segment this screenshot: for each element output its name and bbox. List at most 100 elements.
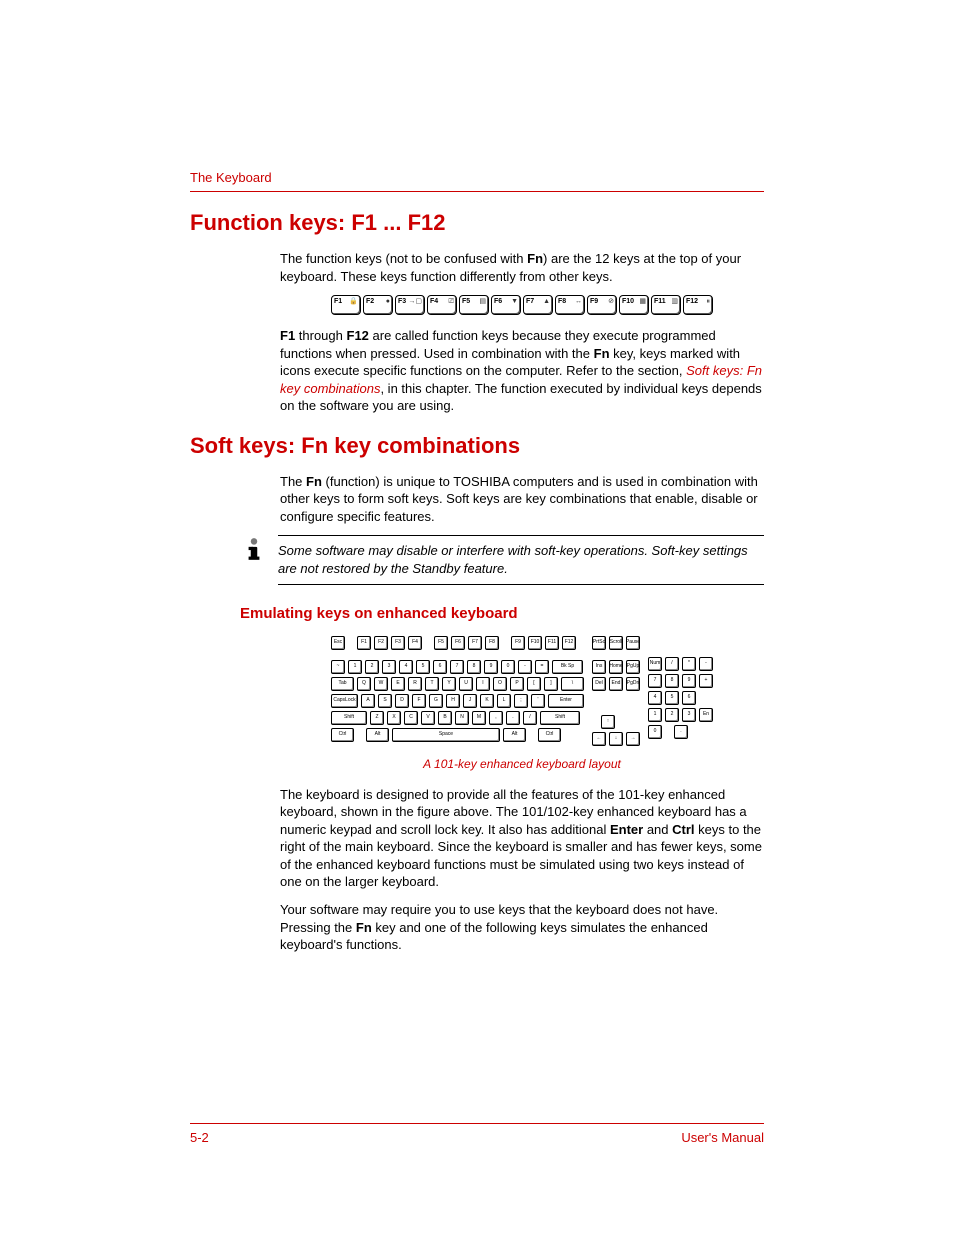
key: - xyxy=(518,660,532,674)
key: [ xyxy=(527,677,541,691)
fkey-f3: F3→▢ xyxy=(395,295,425,315)
key: W xyxy=(374,677,388,691)
key: 7 xyxy=(648,674,662,688)
key: F3 xyxy=(391,636,405,650)
key: 2 xyxy=(365,660,379,674)
key: Num xyxy=(648,657,662,671)
key: 9 xyxy=(484,660,498,674)
key: , xyxy=(489,711,503,725)
key: ← xyxy=(592,732,606,746)
fkey-f5: F5▤ xyxy=(459,295,489,315)
key: ' xyxy=(531,694,545,708)
key: ↓ xyxy=(609,732,623,746)
key: 0 xyxy=(501,660,515,674)
emulating-body: EscF1F2F3F4F5F6F7F8F9F10F11F12~123456789… xyxy=(280,636,764,954)
key: H xyxy=(446,694,460,708)
fkey-f10: F10▦ xyxy=(619,295,649,315)
key: 6 xyxy=(433,660,447,674)
function-key-row-figure: F1🔒F2●F3→▢F4⎚F5▤F6▼F7▲F8↔F9⊘F10▦F11▥F12⏸ xyxy=(280,295,764,315)
key: I xyxy=(476,677,490,691)
key: . xyxy=(674,725,688,739)
em-p2-b: Enter xyxy=(610,822,643,837)
manual-page: The Keyboard Function keys: F1 ... F12 T… xyxy=(0,0,954,1235)
key: 3 xyxy=(682,708,696,722)
key: Ctrl xyxy=(331,728,354,742)
key: 4 xyxy=(648,691,662,705)
key: S xyxy=(378,694,392,708)
fkey-f9: F9⊘ xyxy=(587,295,617,315)
keyboard-layout-figure: EscF1F2F3F4F5F6F7F8F9F10F11F12~123456789… xyxy=(280,636,764,746)
key: 9 xyxy=(682,674,696,688)
key: F8 xyxy=(485,636,499,650)
key: 5 xyxy=(665,691,679,705)
key: ; xyxy=(514,694,528,708)
fk-p1-a: The function keys (not to be confused wi… xyxy=(280,251,527,266)
key: F5 xyxy=(434,636,448,650)
key: ] xyxy=(544,677,558,691)
key: U xyxy=(459,677,473,691)
key: X xyxy=(387,711,401,725)
key: 5 xyxy=(416,660,430,674)
sk-p1-a: The xyxy=(280,474,306,489)
key: 1 xyxy=(648,708,662,722)
key: F9 xyxy=(511,636,525,650)
fkey-f11: F11▥ xyxy=(651,295,681,315)
key: 1 xyxy=(348,660,362,674)
fkey-f1: F1🔒 xyxy=(331,295,361,315)
key: 8 xyxy=(665,674,679,688)
page-number: 5-2 xyxy=(190,1130,209,1145)
sk-p1-c: (function) is unique to TOSHIBA computer… xyxy=(280,474,758,524)
key: B xyxy=(438,711,452,725)
key: K xyxy=(480,694,494,708)
heading-soft-keys: Soft keys: Fn key combinations xyxy=(190,433,764,459)
key: F7 xyxy=(468,636,482,650)
key: → xyxy=(626,732,640,746)
key: Shift xyxy=(331,711,367,725)
key: Tab xyxy=(331,677,354,691)
key: = xyxy=(535,660,549,674)
key: En xyxy=(699,708,713,722)
fkey-f2: F2● xyxy=(363,295,393,315)
key: L xyxy=(497,694,511,708)
heading-emulating: Emulating keys on enhanced keyboard xyxy=(240,605,764,622)
key: Space xyxy=(392,728,500,742)
running-header: The Keyboard xyxy=(190,170,764,185)
key: Shift xyxy=(540,711,580,725)
em-p2-d: Ctrl xyxy=(672,822,694,837)
key: Bk Sp xyxy=(552,660,583,674)
fkey-f4: F4⎚ xyxy=(427,295,457,315)
key: Ins xyxy=(592,660,606,674)
key: PrtSc xyxy=(592,636,606,650)
fk-p2-b: through xyxy=(295,328,346,343)
key: 6 xyxy=(682,691,696,705)
key: Home xyxy=(609,660,623,674)
fkey-f6: F6▼ xyxy=(491,295,521,315)
key: End xyxy=(609,677,623,691)
key: D xyxy=(395,694,409,708)
key: T xyxy=(425,677,439,691)
key: V xyxy=(421,711,435,725)
key: Pause xyxy=(626,636,640,650)
info-icon xyxy=(240,535,268,563)
key: E xyxy=(391,677,405,691)
key: Enter xyxy=(548,694,584,708)
key: F1 xyxy=(357,636,371,650)
sk-p1-b: Fn xyxy=(306,474,322,489)
key: P xyxy=(510,677,524,691)
key: F10 xyxy=(528,636,542,650)
key: J xyxy=(463,694,477,708)
keyboard-caption: A 101-key enhanced keyboard layout xyxy=(280,756,764,772)
key: * xyxy=(682,657,696,671)
manual-label: User's Manual xyxy=(681,1130,764,1145)
key: CapsLock xyxy=(331,694,358,708)
key: 0 xyxy=(648,725,662,739)
key: A xyxy=(361,694,375,708)
key: Q xyxy=(357,677,371,691)
key: Esc xyxy=(331,636,345,650)
key: ↑ xyxy=(601,715,615,729)
key: Alt xyxy=(366,728,389,742)
key: C xyxy=(404,711,418,725)
key: - xyxy=(699,657,713,671)
key: 8 xyxy=(467,660,481,674)
page-footer: 5-2 User's Manual xyxy=(190,1123,764,1145)
